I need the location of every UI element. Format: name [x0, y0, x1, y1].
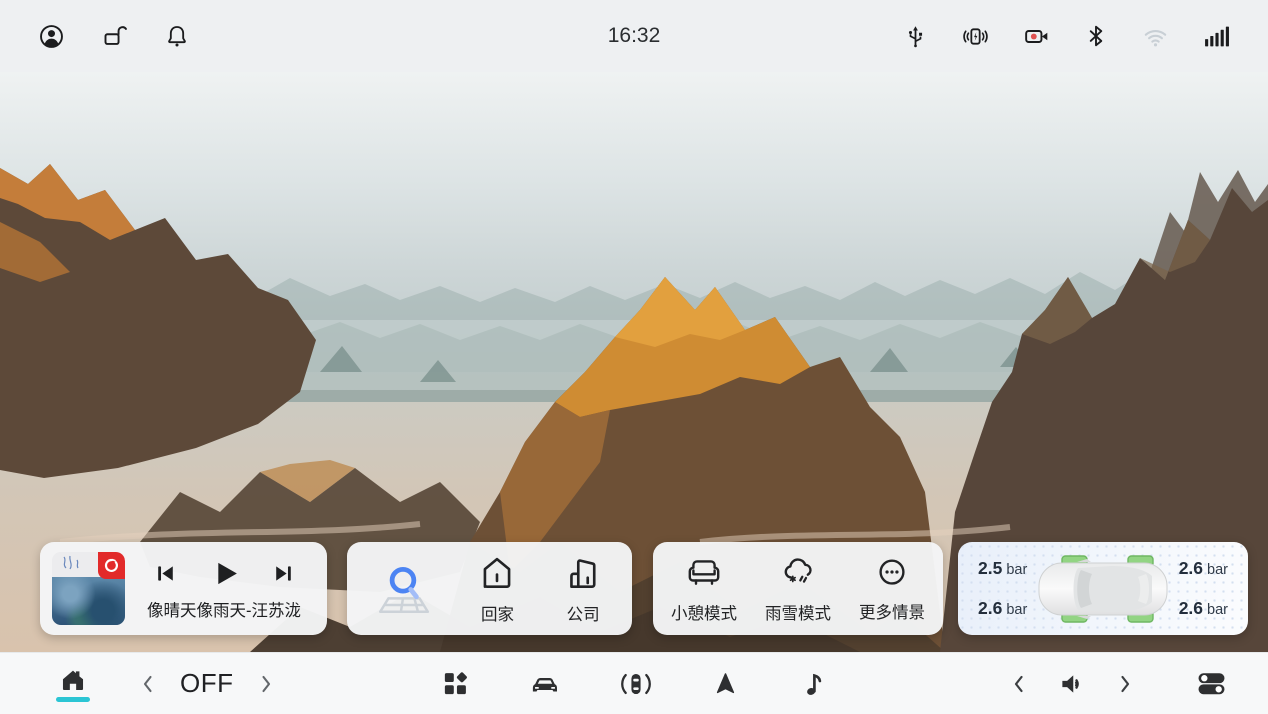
nap-mode-label: 小憩模式: [671, 600, 737, 624]
bluetooth-icon: [1084, 24, 1108, 48]
tire-values-left: 2.5bar 2.6bar: [978, 553, 1027, 624]
more-scenes-button[interactable]: 更多情景: [859, 554, 925, 623]
rain-snow-icon: [778, 553, 818, 593]
wireless-charging-icon: [962, 23, 989, 50]
rain-snow-mode-button[interactable]: 雨雪模式: [765, 553, 831, 624]
apps-grid-icon[interactable]: [441, 669, 470, 698]
signal-bars-icon: [1203, 23, 1230, 49]
song-title[interactable]: 像晴天像雨天-汪苏泷: [147, 597, 301, 621]
navigation-arrow-icon[interactable]: [711, 669, 740, 698]
rain-snow-mode-label: 雨雪模式: [765, 600, 831, 624]
go-home-label: 回家: [481, 601, 514, 625]
next-track-icon[interactable]: [271, 561, 296, 586]
play-icon[interactable]: [208, 557, 241, 590]
status-bar-left: [38, 23, 190, 50]
profile-icon[interactable]: [38, 23, 65, 50]
clock: 16:32: [608, 24, 661, 48]
car-top-view: [1034, 552, 1172, 626]
volume-chevron-right-icon[interactable]: [1113, 672, 1137, 696]
tire-front-left-value: 2.5bar: [978, 558, 1027, 579]
nap-mode-icon: [684, 553, 724, 593]
tire-values-right: 2.6bar 2.6bar: [1179, 553, 1228, 624]
status-bar: 16:32: [0, 0, 1268, 72]
nap-mode-button[interactable]: 小憩模式: [671, 553, 737, 624]
home-dock-button[interactable]: [56, 666, 90, 702]
album-art[interactable]: [52, 552, 125, 625]
climate-status-value[interactable]: OFF: [180, 668, 234, 699]
screen-record-icon: [1023, 23, 1050, 50]
wifi-icon: [1142, 23, 1169, 50]
tire-front-right-value: 2.6bar: [1179, 558, 1228, 579]
notification-bell-icon[interactable]: [164, 23, 190, 49]
map-search-button[interactable]: [375, 560, 433, 618]
infotainment-screen: 16:32: [0, 0, 1268, 714]
album-art-image: [52, 577, 125, 625]
media-card: 像晴天像雨天-汪苏泷: [40, 542, 327, 635]
status-bar-right: [903, 23, 1230, 50]
more-scenes-icon: [873, 554, 911, 592]
navigation-card: 回家 公司: [347, 542, 632, 635]
climate-chevron-left-icon[interactable]: [136, 672, 160, 696]
volume-chevron-left-icon[interactable]: [1007, 672, 1031, 696]
tire-pressure-card[interactable]: 2.5bar 2.6bar: [958, 542, 1248, 635]
media-controls: [153, 557, 296, 590]
parking-sensor-icon[interactable]: [620, 669, 652, 699]
climate-control: OFF: [136, 668, 278, 699]
netease-music-badge: [98, 552, 125, 579]
music-note-icon[interactable]: [799, 670, 827, 698]
unlock-icon[interactable]: [101, 23, 128, 50]
company-label: 公司: [567, 601, 600, 625]
go-home-icon: [476, 552, 518, 594]
scene-modes-card: 小憩模式 雨雪模式 更多情景: [653, 542, 943, 635]
company-button[interactable]: 公司: [562, 552, 604, 625]
more-scenes-label: 更多情景: [859, 599, 925, 623]
company-icon: [562, 552, 604, 594]
wallpaper-desert-canyon: 像晴天像雨天-汪苏泷 回家 公司: [0, 72, 1268, 652]
home-active-indicator: [56, 697, 90, 702]
dock: OFF: [0, 652, 1268, 714]
media-controls-area: 像晴天像雨天-汪苏泷: [133, 556, 315, 621]
tire-rear-right-value: 2.6bar: [1179, 598, 1228, 619]
usb-icon: [903, 24, 928, 49]
vehicle-icon[interactable]: [529, 669, 561, 699]
dock-right: [1007, 669, 1228, 699]
go-home-button[interactable]: 回家: [476, 552, 518, 625]
quick-settings-icon[interactable]: [1195, 669, 1228, 698]
previous-track-icon[interactable]: [153, 561, 178, 586]
tire-rear-left-value: 2.6bar: [978, 598, 1027, 619]
climate-chevron-right-icon[interactable]: [254, 672, 278, 696]
volume-icon[interactable]: [1057, 669, 1087, 699]
dock-center: [441, 669, 827, 699]
